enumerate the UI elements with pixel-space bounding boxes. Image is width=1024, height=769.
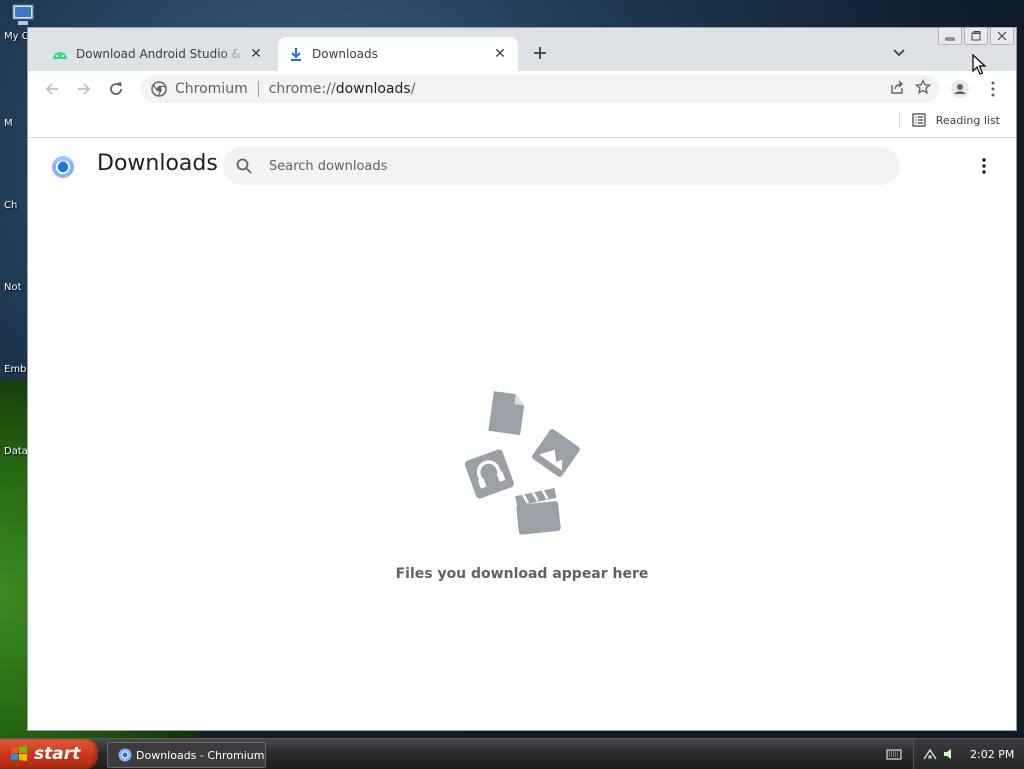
desktop-icon-label: Ch xyxy=(4,200,18,211)
kebab-menu-icon xyxy=(982,158,986,174)
reading-list-icon xyxy=(912,113,926,127)
desktop-icon-2[interactable]: M xyxy=(0,92,28,129)
back-button[interactable] xyxy=(37,74,67,104)
profile-button[interactable] xyxy=(945,74,975,104)
desktop-icon-label: Data xyxy=(4,446,28,457)
taskbar-item-chromium[interactable]: Downloads - Chromium xyxy=(107,742,266,768)
desktop-icon-my-computer[interactable]: My C xyxy=(0,2,34,42)
plus-icon xyxy=(534,47,546,59)
browser-menu-button[interactable] xyxy=(978,74,1008,104)
close-tab-icon[interactable]: ✕ xyxy=(490,44,510,64)
address-bar[interactable]: Chromium chrome://downloads/ xyxy=(141,75,939,103)
search-icon xyxy=(236,158,252,174)
minimize-icon xyxy=(945,37,955,41)
chromium-icon xyxy=(118,748,132,762)
page-title: Downloads xyxy=(97,151,218,176)
start-label: start xyxy=(34,744,81,764)
desktop-icon-label: Not xyxy=(4,282,22,293)
kebab-menu-icon xyxy=(991,81,995,97)
browser-window: Download Android Studio & App Tools ✕ Do… xyxy=(27,27,1017,731)
chromium-site-icon xyxy=(151,81,167,97)
desktop-icon-4[interactable]: Not xyxy=(0,256,28,293)
reading-list-button[interactable]: Reading list xyxy=(898,112,1000,128)
reading-list-label: Reading list xyxy=(935,113,1000,127)
minimize-button[interactable] xyxy=(938,27,962,45)
network-icon[interactable] xyxy=(922,747,938,761)
downloads-page: Downloads Search downloads Files you dow… xyxy=(28,138,1016,730)
downloads-header: Downloads xyxy=(28,138,1016,194)
chevron-down-icon xyxy=(893,49,905,57)
windows-flag-icon xyxy=(11,746,27,761)
tab-title: Download Android Studio & App Tools xyxy=(76,47,246,61)
computer-icon xyxy=(12,4,34,25)
desktop-icon-6[interactable]: Data xyxy=(0,420,28,457)
tab-android-studio[interactable]: Download Android Studio & App Tools ✕ xyxy=(42,37,274,71)
empty-state-message: Files you download appear here xyxy=(395,566,649,582)
close-tab-icon[interactable]: ✕ xyxy=(246,44,266,64)
volume-icon[interactable] xyxy=(942,747,956,761)
avatar-icon xyxy=(951,80,969,98)
document-icon xyxy=(488,391,525,436)
android-icon xyxy=(52,46,68,62)
image-icon xyxy=(532,429,580,477)
audio-icon xyxy=(464,449,514,499)
empty-downloads-illustration xyxy=(464,391,580,535)
search-downloads xyxy=(223,147,900,185)
bookmark-star-button[interactable] xyxy=(914,78,932,99)
arrow-right-icon xyxy=(78,83,91,95)
bookmark-bar: Reading list xyxy=(28,107,1016,138)
toolbar: Chromium chrome://downloads/ xyxy=(28,71,1016,107)
chromium-logo-icon xyxy=(52,156,74,178)
url-text: chrome://downloads/ xyxy=(268,81,416,97)
omnibox-actions xyxy=(889,75,932,103)
desktop-icon-5[interactable]: Emb De xyxy=(0,338,30,375)
video-icon xyxy=(515,488,561,535)
star-icon xyxy=(914,78,932,95)
new-tab-button[interactable] xyxy=(528,41,552,65)
keyboard-icon[interactable] xyxy=(886,747,902,761)
tab-search-button[interactable] xyxy=(888,42,910,64)
search-input[interactable] xyxy=(267,157,900,175)
taskbar: start Downloads - Chromium 2:02 PM xyxy=(0,738,1024,769)
restore-icon xyxy=(971,31,981,41)
tab-strip: Download Android Studio & App Tools ✕ Do… xyxy=(28,27,1016,71)
window-controls xyxy=(938,27,1014,45)
share-button[interactable] xyxy=(889,79,905,99)
system-tray: 2:02 PM xyxy=(913,739,1024,769)
reload-button[interactable] xyxy=(101,74,131,104)
mouse-cursor-icon xyxy=(972,54,987,75)
desktop-icon-label: M xyxy=(4,118,13,129)
divider xyxy=(898,112,900,128)
close-window-button[interactable] xyxy=(990,27,1014,45)
start-button[interactable]: start xyxy=(0,739,98,769)
desktop-icon-3[interactable]: Ch xyxy=(0,174,28,211)
desktop-icon-label: My C xyxy=(4,31,29,42)
arrow-left-icon xyxy=(45,83,58,95)
clock: 2:02 PM xyxy=(970,747,1015,761)
forward-button[interactable] xyxy=(69,74,99,104)
download-icon xyxy=(288,46,304,62)
site-chip: Chromium xyxy=(175,81,259,97)
share-icon xyxy=(891,80,903,94)
taskbar-item-label: Downloads - Chromium xyxy=(136,748,265,762)
downloads-menu-button[interactable] xyxy=(974,156,994,176)
tab-downloads[interactable]: Downloads ✕ xyxy=(278,37,518,71)
tab-title: Downloads xyxy=(312,47,378,61)
reload-icon xyxy=(110,82,122,95)
maximize-button[interactable] xyxy=(964,27,988,45)
desktop-icon-label: Emb De xyxy=(4,364,30,375)
close-icon xyxy=(997,31,1007,41)
